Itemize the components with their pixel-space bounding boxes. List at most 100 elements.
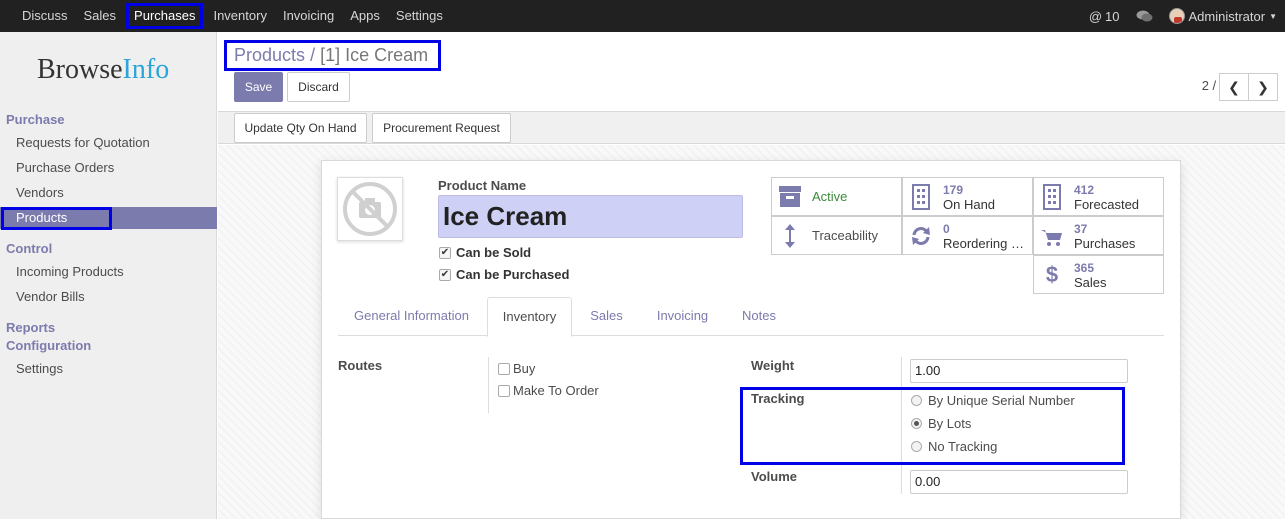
- sales-value: 365: [1074, 261, 1095, 275]
- tab-inventory[interactable]: Inventory: [487, 297, 572, 337]
- section-configuration: Configuration: [6, 338, 92, 353]
- menu-purchases[interactable]: Purchases: [126, 3, 204, 29]
- purchases-label: Purchases: [1074, 236, 1136, 251]
- chevron-left-icon: ❮: [1228, 79, 1240, 95]
- pager-previous-button[interactable]: ❮: [1219, 73, 1249, 101]
- refresh-icon: [912, 227, 930, 245]
- on-hand-value: 179: [943, 183, 964, 197]
- can-be-purchased-checkbox[interactable]: ✔: [439, 269, 451, 281]
- avatar: [1168, 8, 1185, 24]
- product-name-input[interactable]: Ice Cream: [438, 195, 743, 238]
- volume-label: Volume: [751, 469, 797, 484]
- control-panel: Products / [1] Ice Cream Save Discard 2 …: [218, 32, 1285, 112]
- chat-button[interactable]: [1136, 9, 1153, 23]
- sidebar-item-settings[interactable]: Settings: [0, 358, 217, 380]
- can-be-sold-checkbox[interactable]: ✔: [439, 247, 451, 259]
- on-hand-label: On Hand: [943, 197, 996, 212]
- volume-input[interactable]: 0.00: [910, 470, 1128, 494]
- sidebar-item-incoming-products[interactable]: Incoming Products: [0, 261, 217, 283]
- no-camera-icon: [343, 182, 397, 236]
- weight-label: Weight: [751, 358, 795, 373]
- forecasted-label: Forecasted: [1074, 197, 1140, 212]
- can-be-sold-label: Can be Sold: [456, 245, 532, 260]
- purchases-value: 37: [1074, 222, 1088, 236]
- app-menu: Discuss Sales Purchases Inventory Invoic…: [14, 0, 451, 32]
- vertical-arrows-icon: [785, 224, 795, 248]
- sidebar-item-vendor-bills[interactable]: Vendor Bills: [0, 286, 217, 308]
- menu-sales[interactable]: Sales: [76, 0, 125, 32]
- field-separator: [488, 357, 489, 413]
- chevron-right-icon: ❯: [1257, 79, 1269, 95]
- save-button[interactable]: Save: [234, 72, 283, 102]
- chat-bubbles-icon: [1136, 10, 1152, 22]
- top-navbar: Discuss Sales Purchases Inventory Invoic…: [0, 0, 1285, 32]
- caret-down-icon: ▼: [1269, 11, 1277, 21]
- messages-count: 10: [1105, 8, 1120, 24]
- active-toggle-button[interactable]: Active: [771, 177, 902, 216]
- sidebar-item-purchase-orders[interactable]: Purchase Orders: [0, 157, 217, 179]
- tab-invoicing[interactable]: Invoicing: [641, 297, 724, 336]
- notebook-tabs: General Information Inventory Sales Invo…: [338, 297, 1164, 337]
- route-mto-label: Make To Order: [513, 383, 599, 398]
- tab-notes[interactable]: Notes: [726, 297, 792, 336]
- weight-input[interactable]: 1.00: [910, 359, 1128, 383]
- sales-button[interactable]: $ 365 Sales: [1033, 255, 1164, 294]
- sidebar-item-rfq[interactable]: Requests for Quotation: [0, 132, 217, 154]
- building-icon: [1043, 184, 1061, 210]
- purchases-button[interactable]: 37 Purchases: [1033, 216, 1164, 255]
- forecasted-value: 412: [1074, 183, 1095, 197]
- sidebar-item-products[interactable]: Products: [0, 207, 217, 230]
- systray: @ 10 Administrator ▼: [1079, 0, 1277, 32]
- company-logo: BrowseInfo: [37, 54, 170, 85]
- at-icon: @: [1088, 8, 1103, 24]
- breadcrumb-separator: /: [310, 45, 316, 65]
- shopping-cart-icon: [1041, 230, 1062, 246]
- reordering-value: 0: [943, 222, 950, 236]
- can-be-purchased-label: Can be Purchased: [456, 267, 570, 282]
- tab-general-information[interactable]: General Information: [338, 297, 485, 336]
- tracking-highlight-box: [740, 387, 1125, 465]
- breadcrumb-current: [1] Ice Cream: [320, 45, 429, 65]
- menu-inventory[interactable]: Inventory: [205, 0, 274, 32]
- sidebar: BrowseInfo Purchase Requests for Quotati…: [0, 32, 217, 519]
- route-mto-checkbox[interactable]: [498, 385, 510, 397]
- user-menu[interactable]: Administrator ▼: [1168, 8, 1277, 24]
- route-buy-label: Buy: [513, 361, 536, 376]
- traceability-button[interactable]: Traceability: [771, 216, 902, 255]
- sales-label: Sales: [1074, 275, 1107, 290]
- building-icon: [912, 184, 930, 210]
- routes-label: Routes: [338, 358, 383, 373]
- forecasted-button[interactable]: 412 Forecasted: [1033, 177, 1164, 216]
- breadcrumb-products[interactable]: Products: [234, 45, 305, 65]
- menu-settings[interactable]: Settings: [388, 0, 451, 32]
- pager-next-button[interactable]: ❯: [1248, 73, 1278, 101]
- menu-invoicing[interactable]: Invoicing: [275, 0, 342, 32]
- menu-discuss[interactable]: Discuss: [14, 0, 76, 32]
- on-hand-button[interactable]: 179 On Hand: [902, 177, 1033, 216]
- section-purchase: Purchase: [6, 112, 65, 127]
- check-icon: ✔: [440, 247, 450, 258]
- sidebar-item-vendors[interactable]: Vendors: [0, 182, 217, 204]
- tab-sales[interactable]: Sales: [574, 297, 639, 336]
- form-statusbar: Update Qty On Hand Procurement Request: [218, 112, 1285, 144]
- section-control: Control: [6, 241, 53, 256]
- messages-button[interactable]: @ 10: [1089, 9, 1120, 24]
- reordering-label: Reordering Rules: [943, 236, 1031, 251]
- procurement-request-button[interactable]: Procurement Request: [372, 113, 511, 143]
- dollar-icon: $: [1045, 262, 1059, 287]
- archive-icon: [779, 186, 801, 207]
- product-image[interactable]: [337, 177, 403, 241]
- reordering-rules-button[interactable]: 0 Reordering Rules: [902, 216, 1033, 255]
- menu-apps[interactable]: Apps: [342, 0, 388, 32]
- traceability-label: Traceability: [812, 228, 878, 243]
- user-name: Administrator: [1188, 8, 1266, 24]
- breadcrumb: Products / [1] Ice Cream: [224, 40, 441, 71]
- active-label: Active: [812, 189, 848, 204]
- product-name-label: Product Name: [438, 178, 527, 193]
- route-buy-checkbox[interactable]: [498, 363, 510, 375]
- update-qty-on-hand-button[interactable]: Update Qty On Hand: [234, 113, 367, 143]
- discard-button[interactable]: Discard: [287, 72, 350, 102]
- highlight-box: [1, 207, 112, 230]
- check-icon: ✔: [440, 269, 450, 280]
- section-reports[interactable]: Reports: [6, 320, 55, 335]
